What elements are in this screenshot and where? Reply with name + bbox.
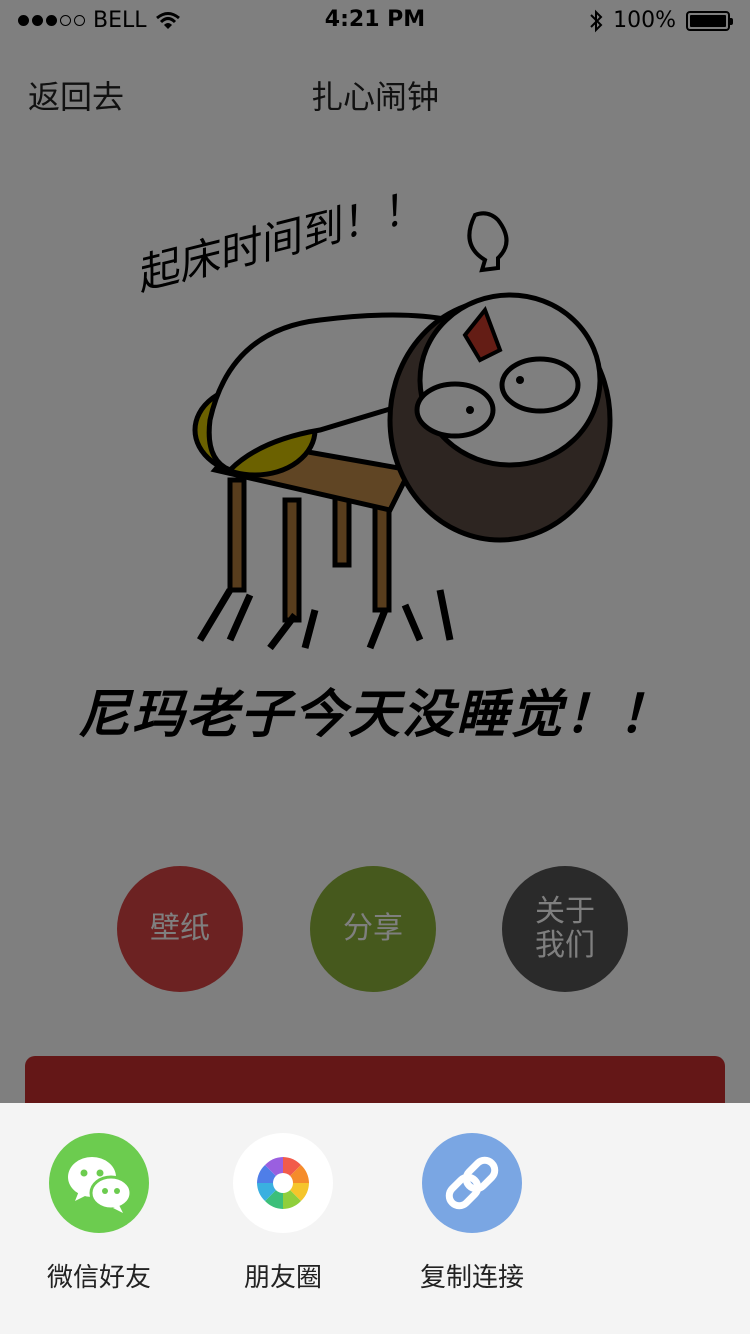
share-label-copy: 复制连接 xyxy=(419,1263,524,1293)
share-copy-link[interactable]: 复制连接 xyxy=(387,1133,557,1294)
share-moments[interactable]: 朋友圈 xyxy=(198,1133,368,1294)
link-icon xyxy=(422,1133,522,1233)
app-screen: BELL 4:21 PM 100% 返回去 扎心闹钟 起床时间到！！ xyxy=(0,0,750,1334)
moments-icon xyxy=(233,1133,333,1233)
share-label-moments: 朋友圈 xyxy=(243,1263,322,1293)
share-sheet: 微信好友 朋友圈 复制连接 xyxy=(0,1103,750,1334)
share-wechat-friends[interactable]: 微信好友 xyxy=(14,1133,184,1294)
share-label-wechat: 微信好友 xyxy=(46,1263,151,1293)
wechat-icon xyxy=(49,1133,149,1233)
